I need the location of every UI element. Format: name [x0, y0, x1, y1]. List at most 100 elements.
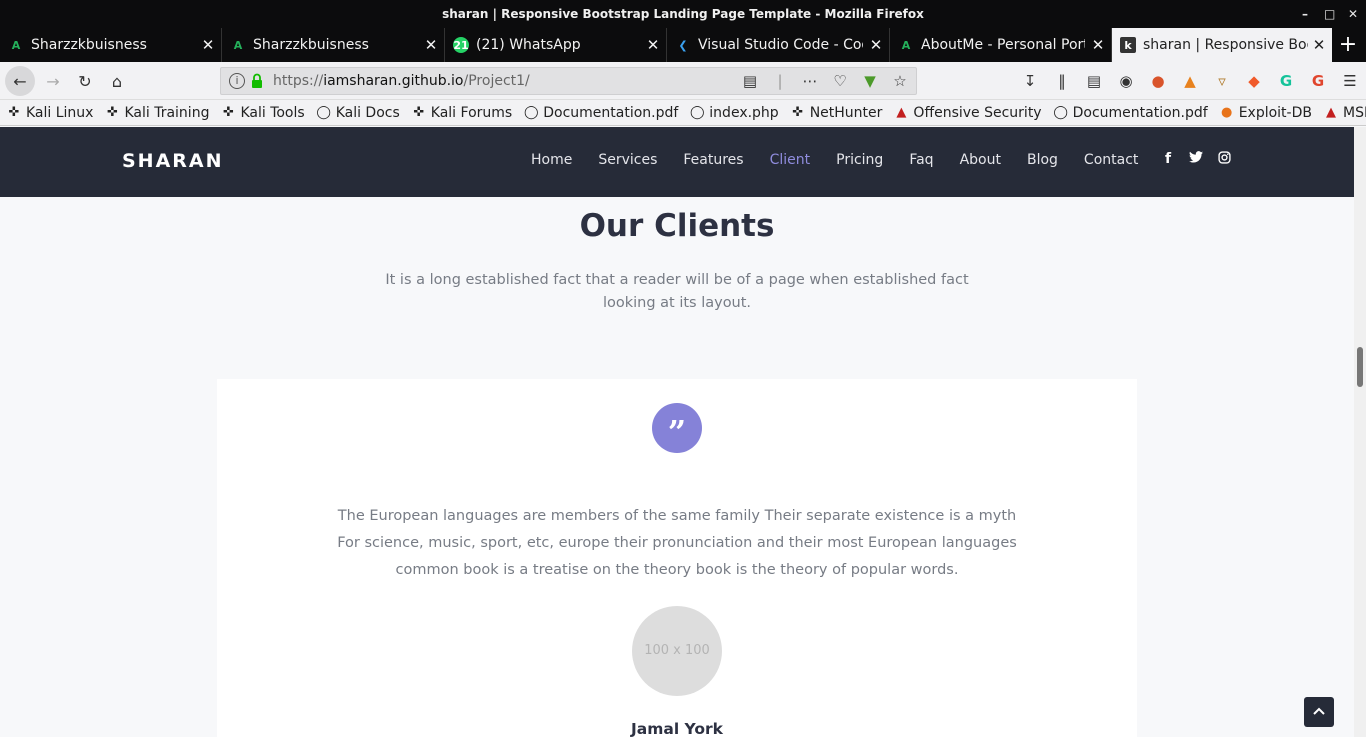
page-actions-icon[interactable]: ⋯ — [802, 72, 818, 90]
home-icon[interactable]: ⌂ — [103, 67, 131, 95]
bookmark-label: Offensive Security — [913, 104, 1042, 121]
download-icon[interactable]: ↧ — [1014, 72, 1046, 90]
extension-ball-icon[interactable]: ● — [1142, 72, 1174, 90]
account-icon[interactable]: ◉ — [1110, 72, 1142, 90]
bookmark-label: Kali Forums — [430, 104, 513, 121]
instagram-icon[interactable] — [1217, 151, 1231, 168]
info-icon[interactable]: i — [229, 73, 245, 89]
twitter-icon[interactable] — [1189, 151, 1203, 168]
grammarly-icon[interactable]: G — [1270, 72, 1302, 90]
sidebar-icon[interactable]: ▤ — [1078, 72, 1110, 90]
close-tab-icon[interactable]: ✕ — [646, 37, 660, 53]
new-tab-icon[interactable]: + — [1338, 28, 1358, 62]
bookmark-item[interactable]: ✜ Kali Tools — [214, 100, 309, 125]
browser-tab[interactable]: ❮ Visual Studio Code - Cod ✕ — [667, 28, 890, 62]
bookmark-label: NetHunter — [809, 104, 883, 121]
bookmark-label: Documentation.pdf — [1072, 104, 1208, 121]
bookmark-item[interactable]: ● Exploit-DB — [1213, 100, 1317, 125]
kali-dragon-icon: ✜ — [107, 105, 118, 120]
browser-tab[interactable]: A Sharzzkbuisness ✕ — [0, 28, 222, 62]
browser-tab[interactable]: 21 (21) WhatsApp ✕ — [445, 28, 667, 62]
url-prefix: https:// — [273, 73, 324, 89]
nav-contact[interactable]: Contact — [1084, 152, 1138, 168]
library-icon[interactable]: ‖ — [1046, 72, 1078, 90]
facebook-icon[interactable]: f — [1161, 151, 1175, 168]
hamburger-menu-icon[interactable]: ☰ — [1334, 72, 1366, 90]
nav-blog[interactable]: Blog — [1027, 152, 1058, 168]
bookmark-item[interactable]: ✜ NetHunter — [784, 100, 888, 125]
globe-icon: ◯ — [690, 105, 705, 120]
site-nav: Home Services Features Client Pricing Fa… — [531, 152, 1164, 168]
scrollbar-thumb[interactable] — [1357, 347, 1363, 387]
close-window-icon[interactable]: ✕ — [1348, 0, 1358, 28]
tab-label: AboutMe - Personal Port — [921, 37, 1085, 53]
bookmark-item[interactable]: ◯ Documentation.pdf — [1047, 100, 1213, 125]
nav-faq[interactable]: Faq — [909, 152, 933, 168]
window-titlebar: sharan | Responsive Bootstrap Landing Pa… — [0, 0, 1366, 28]
bookmark-label: Documentation.pdf — [543, 104, 679, 121]
maximize-icon[interactable]: □ — [1324, 0, 1335, 28]
bookmark-item[interactable]: ✜ Kali Linux — [0, 100, 98, 125]
bookmark-item[interactable]: ▲ Offensive Security — [887, 100, 1046, 125]
social-links: f — [1161, 151, 1231, 168]
bookmark-label: Exploit-DB — [1238, 104, 1312, 121]
metamask-fox-icon[interactable]: ▲ — [1174, 72, 1206, 90]
bookmark-item[interactable]: ◯ Documentation.pdf — [517, 100, 683, 125]
close-tab-icon[interactable]: ✕ — [1312, 37, 1326, 53]
url-path: /Project1/ — [463, 73, 530, 89]
nav-features[interactable]: Features — [683, 152, 743, 168]
forward-icon[interactable]: → — [39, 67, 67, 95]
clients-section: Our Clients It is a long established fac… — [0, 197, 1354, 737]
back-to-top-button[interactable] — [1304, 697, 1334, 727]
close-tab-icon[interactable]: ✕ — [1091, 37, 1105, 53]
nav-services[interactable]: Services — [598, 152, 657, 168]
lock-icon — [252, 73, 262, 88]
pocket-icon[interactable]: ♡ — [832, 72, 848, 90]
browser-tab-active[interactable]: k sharan | Responsive Boo ✕ — [1112, 28, 1332, 62]
offsec-icon: ▲ — [896, 105, 907, 120]
close-tab-icon[interactable]: ✕ — [424, 37, 438, 53]
url-domain: iamsharan.github.io — [323, 73, 464, 89]
bookmark-label: Kali Tools — [240, 104, 305, 121]
bookmark-item[interactable]: ✜ Kali Training — [98, 100, 214, 125]
reader-view-icon[interactable]: ▤ — [742, 72, 758, 90]
exploitdb-icon: ● — [1221, 105, 1233, 120]
minimize-icon[interactable]: – — [1300, 0, 1310, 28]
site-brand[interactable]: SHARAN — [122, 150, 224, 172]
url-bar[interactable]: i https://iamsharan.github.io/Project1/ … — [220, 67, 917, 95]
close-tab-icon[interactable]: ✕ — [869, 37, 883, 53]
bookmark-item[interactable]: ✜ Kali Forums — [405, 100, 517, 125]
close-tab-icon[interactable]: ✕ — [201, 37, 215, 53]
nav-home[interactable]: Home — [531, 152, 572, 168]
bookmark-item[interactable]: ◯ index.php — [683, 100, 783, 125]
url-separator: | — [777, 72, 783, 90]
back-icon[interactable]: ← — [5, 66, 35, 96]
client-name: Jamal York — [631, 720, 723, 737]
whatsapp-icon: 21 — [453, 37, 469, 53]
url-text[interactable]: https://iamsharan.github.io/Project1/ — [273, 73, 530, 89]
page-scrollbar[interactable] — [1354, 127, 1366, 737]
reload-icon[interactable]: ↻ — [71, 67, 99, 95]
filter-extension-icon[interactable]: ▿ — [1206, 72, 1238, 90]
nav-pricing[interactable]: Pricing — [836, 152, 883, 168]
vscode-icon: ❮ — [678, 38, 688, 52]
globe-icon: ◯ — [316, 105, 331, 120]
chevron-up-icon — [1313, 707, 1325, 715]
nav-about[interactable]: About — [960, 152, 1001, 168]
bookmark-star-icon[interactable]: ☆ — [892, 72, 908, 90]
kali-dragon-icon: ✜ — [792, 105, 804, 120]
globe-icon: ◯ — [523, 105, 539, 120]
testimonial-card: ” The European languages are members of … — [217, 379, 1137, 737]
burp-extension-icon[interactable]: ◆ — [1238, 72, 1270, 90]
extension-shield-icon[interactable]: ▼ — [862, 72, 878, 90]
window-controls: – □ ✕ — [1300, 0, 1358, 28]
browser-tab[interactable]: A AboutMe - Personal Port ✕ — [890, 28, 1112, 62]
bookmark-item[interactable]: ◯ Kali Docs — [310, 100, 405, 125]
bookmark-item[interactable]: ▲ MSFU — [1317, 100, 1366, 125]
google-extension-icon[interactable]: G — [1302, 72, 1334, 90]
tab-label: sharan | Responsive Boo — [1143, 37, 1308, 53]
nav-client[interactable]: Client — [770, 152, 811, 168]
section-title: Our Clients — [579, 208, 775, 244]
kali-dragon-icon: ✜ — [223, 105, 234, 120]
browser-tab[interactable]: A Sharzzkbuisness ✕ — [222, 28, 445, 62]
